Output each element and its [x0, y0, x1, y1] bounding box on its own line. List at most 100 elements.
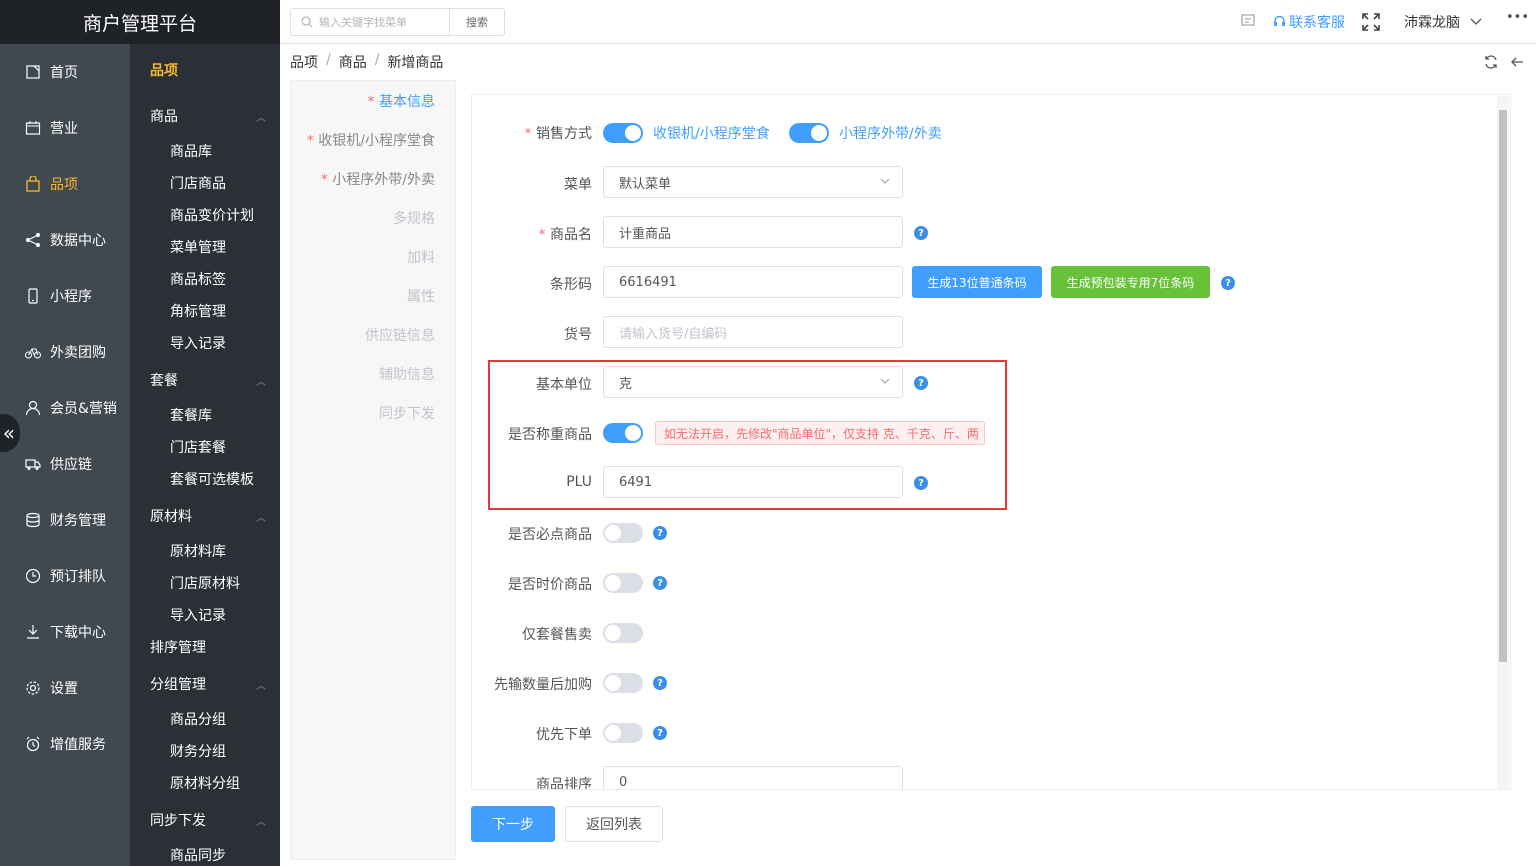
qty-first-switch[interactable]	[603, 673, 643, 693]
nav-subitem[interactable]: 门店原材料	[170, 573, 240, 593]
nav-item[interactable]: 设置	[0, 668, 130, 708]
menu-search-input[interactable]: 输入关键字找菜单	[290, 8, 450, 36]
generate-7-barcode-button[interactable]: 生成预包装专用7位条码	[1051, 266, 1210, 298]
nav-item-label: 营业	[50, 121, 78, 137]
contact-support-link[interactable]: 联系客服	[1289, 12, 1345, 32]
nav-item[interactable]: 首页	[0, 52, 130, 92]
search-placeholder: 输入关键字找菜单	[319, 16, 407, 29]
nav-item[interactable]: 供应链	[0, 444, 130, 484]
name-input[interactable]: 计重商品	[603, 216, 903, 248]
nav-item-label: 财务管理	[50, 513, 106, 529]
nav-subitem[interactable]: 菜单管理	[170, 237, 226, 257]
nav-subitem[interactable]: 门店套餐	[170, 437, 226, 457]
nav-subitem[interactable]: 商品分组	[170, 709, 226, 729]
nav-item[interactable]: 数据中心	[0, 220, 130, 260]
nav-item-label: 首页	[50, 65, 78, 81]
step-item[interactable]: 同步下发	[379, 403, 435, 423]
nav-item[interactable]: 会员&营销	[0, 388, 130, 428]
sort-input[interactable]: 0	[603, 766, 903, 789]
chevron-down-icon[interactable]	[1470, 18, 1482, 26]
help-icon[interactable]: ?	[1221, 276, 1235, 290]
nav-subitem[interactable]: 原材料分组	[170, 773, 240, 793]
step-item[interactable]: 多规格	[393, 208, 435, 228]
nav-group-header[interactable]: 原材料 ︿	[150, 506, 270, 526]
user-menu[interactable]: 沛霖龙脑	[1404, 12, 1460, 32]
step-item[interactable]: 属性	[407, 286, 435, 306]
nav-item[interactable]: 品项	[0, 164, 130, 204]
search-button[interactable]: 搜索	[449, 8, 505, 36]
sale-mode-takeout-label: 小程序外带/外卖	[839, 126, 942, 142]
help-icon[interactable]: ?	[653, 576, 667, 590]
step-item[interactable]: 加料	[407, 247, 435, 267]
barcode-value: 6616491	[619, 274, 677, 290]
scrollbar-thumb[interactable]	[1499, 110, 1507, 662]
nav-subitem[interactable]: 角标管理	[170, 301, 226, 321]
sale-mode-dinein-switch[interactable]	[603, 123, 643, 143]
help-icon[interactable]: ?	[653, 676, 667, 690]
nav-subitem[interactable]: 套餐可选模板	[170, 469, 254, 489]
nav-subitem[interactable]: 商品同步	[170, 845, 226, 865]
sale-mode-takeout-switch[interactable]	[789, 123, 829, 143]
market-price-switch[interactable]	[603, 573, 643, 593]
back-to-list-button[interactable]: 返回列表	[565, 806, 663, 842]
chevron-up-icon: ︿	[256, 512, 266, 524]
download-icon	[24, 623, 42, 641]
nav-subitem[interactable]: 商品标签	[170, 269, 226, 289]
back-arrow-icon[interactable]	[1510, 55, 1524, 69]
app-title: 商户管理平台	[0, 0, 280, 44]
nav-subitem[interactable]: 导入记录	[170, 605, 226, 625]
priority-switch[interactable]	[603, 723, 643, 743]
next-step-button[interactable]: 下一步	[471, 806, 555, 842]
nav-group-label: 分组管理	[150, 677, 206, 693]
priority-label: 优先下单	[536, 727, 592, 743]
must-order-switch[interactable]	[603, 523, 643, 543]
nav-subitem[interactable]: 导入记录	[170, 333, 226, 353]
step-item[interactable]: 收银机/小程序堂食	[307, 130, 435, 150]
step-navigation: 基本信息收银机/小程序堂食小程序外带/外卖多规格加料属性供应链信息辅助信息同步下…	[290, 80, 456, 860]
chevron-up-icon: ︿	[256, 816, 266, 828]
nav-item[interactable]: 小程序	[0, 276, 130, 316]
nav-subitem[interactable]: 原材料库	[170, 541, 226, 561]
nav-group-header[interactable]: 排序管理	[150, 637, 270, 657]
nav-subitem[interactable]: 套餐库	[170, 405, 212, 425]
breadcrumb-item[interactable]: 商品	[339, 52, 367, 72]
generate-13-barcode-button[interactable]: 生成13位普通条码	[912, 266, 1042, 298]
nav-item[interactable]: 外卖团购	[0, 332, 130, 372]
nav-group-header[interactable]: 套餐 ︿	[150, 370, 270, 390]
menu-select[interactable]: 默认菜单	[603, 166, 903, 198]
nav-group-header[interactable]: 商品 ︿	[150, 106, 270, 126]
step-item[interactable]: 供应链信息	[365, 325, 435, 345]
barcode-input[interactable]: 6616491	[603, 266, 903, 298]
fullscreen-icon[interactable]	[1362, 13, 1380, 31]
step-item[interactable]: 辅助信息	[379, 364, 435, 384]
refresh-icon[interactable]	[1484, 55, 1498, 69]
nav-item-label: 设置	[50, 681, 78, 697]
more-menu-icon[interactable]: •••	[1506, 10, 1529, 25]
nav-subitem[interactable]: 财务分组	[170, 741, 226, 761]
nav-subitem[interactable]: 商品变价计划	[170, 205, 254, 225]
help-icon[interactable]: ?	[914, 226, 928, 240]
message-icon[interactable]	[1241, 14, 1255, 28]
form-scrollbar[interactable]	[1497, 96, 1509, 790]
combo-only-label: 仅套餐售卖	[522, 627, 592, 643]
nav-group-label: 套餐	[150, 373, 178, 389]
breadcrumb-item[interactable]: 品项	[290, 52, 318, 72]
step-item[interactable]: 基本信息	[368, 91, 435, 111]
nav-item[interactable]: 增值服务	[0, 724, 130, 764]
sku-input[interactable]: 请输入货号/自编码	[603, 316, 903, 348]
help-icon[interactable]: ?	[653, 526, 667, 540]
help-icon[interactable]: ?	[653, 726, 667, 740]
step-item[interactable]: 小程序外带/外卖	[321, 169, 435, 189]
nav-subitem[interactable]: 商品库	[170, 141, 212, 161]
search-icon	[301, 16, 313, 28]
nav-item[interactable]: 下载中心	[0, 612, 130, 652]
nav-item[interactable]: 预订排队	[0, 556, 130, 596]
combo-only-switch[interactable]	[603, 623, 643, 643]
nav-group-header[interactable]: 分组管理 ︿	[150, 674, 270, 694]
nav-item[interactable]: 营业	[0, 108, 130, 148]
nav-group-header[interactable]: 同步下发 ︿	[150, 810, 270, 830]
name-value: 计重商品	[619, 226, 672, 242]
nav-subitem[interactable]: 门店商品	[170, 173, 226, 193]
menu-value: 默认菜单	[619, 176, 672, 192]
nav-item[interactable]: 财务管理	[0, 500, 130, 540]
